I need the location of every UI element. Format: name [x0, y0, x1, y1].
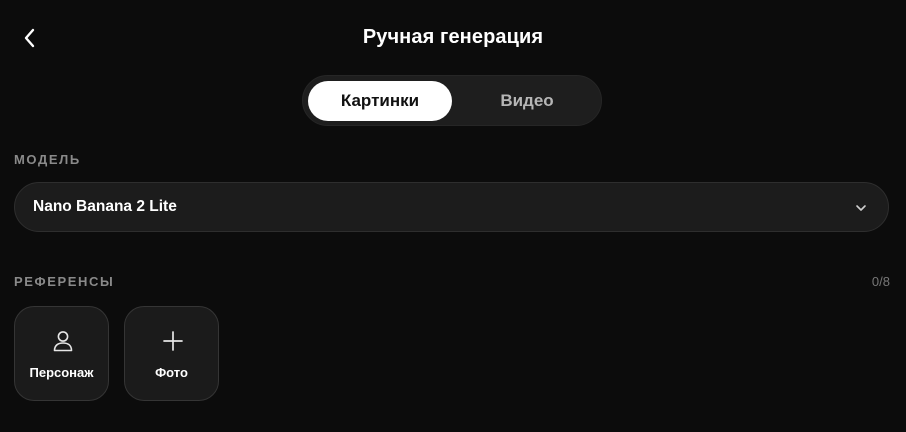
mode-switch: Картинки Видео [302, 75, 602, 126]
add-character-button[interactable]: Персонаж [14, 306, 109, 401]
add-photo-label: Фото [155, 365, 188, 380]
page-title: Ручная генерация [362, 26, 544, 48]
header: Ручная генерация [0, 18, 906, 58]
chevron-down-icon [856, 205, 866, 211]
references-section-label: РЕФЕРЕНСЫ [14, 274, 115, 289]
add-character-label: Персонаж [29, 365, 94, 380]
references-count: 0/8 [871, 274, 890, 289]
person-icon [53, 331, 73, 352]
tab-images[interactable]: Картинки [308, 81, 452, 121]
manual-generation-page: Ручная генерация Картинки Видео МОДЕЛЬ N… [0, 0, 906, 432]
add-photo-button[interactable]: Фото [124, 306, 219, 401]
plus-icon [163, 331, 183, 351]
model-section-label: МОДЕЛЬ [14, 152, 81, 167]
tab-video[interactable]: Видео [456, 81, 598, 121]
model-select-value: Nano Banana 2 Lite [33, 198, 177, 215]
model-select[interactable]: Nano Banana 2 Lite [14, 182, 889, 232]
